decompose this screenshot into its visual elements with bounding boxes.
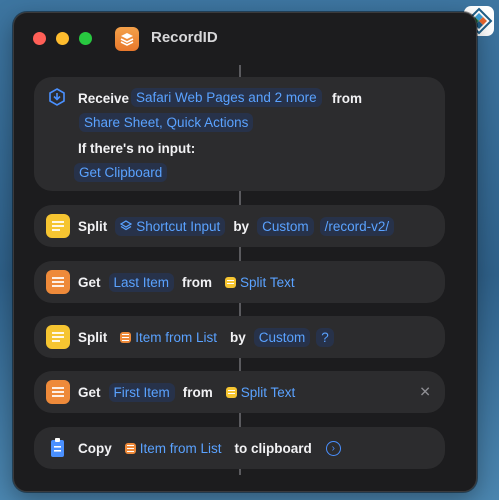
from-label: from <box>182 384 213 400</box>
receive-action-card[interactable]: Receive Safari Web Pages and 2 more from… <box>34 77 445 191</box>
split-action-card[interactable]: Split Item from List by Custom ? <box>34 316 445 358</box>
get-item-action-card[interactable]: Get Last Item from Split Text <box>34 261 445 303</box>
remove-action-icon[interactable]: ✕ <box>419 384 431 401</box>
split-text-token[interactable]: Split Text <box>220 273 300 292</box>
from-label: from <box>182 274 213 290</box>
split-verb: Split <box>78 218 108 234</box>
split-text-token[interactable]: Split Text <box>221 383 301 402</box>
zoom-window-button[interactable] <box>79 32 92 45</box>
to-clipboard-label: to clipboard <box>234 440 312 456</box>
get-item-action-card[interactable]: Get First Item from Split Text ✕ <box>34 371 445 413</box>
input-types-token[interactable]: Safari Web Pages and 2 more <box>131 88 322 107</box>
get-verb: Get <box>78 384 101 400</box>
item-from-list-token[interactable]: Item from List <box>120 439 227 458</box>
download-tray-icon <box>46 87 68 114</box>
text-lines-icon <box>46 325 70 349</box>
window-title: RecordID <box>151 29 218 46</box>
shortcut-input-label: Shortcut Input <box>136 218 221 234</box>
shortcut-input-token[interactable]: Shortcut Input <box>115 216 226 236</box>
item-from-list-label: Item from List <box>139 440 222 456</box>
close-window-button[interactable] <box>33 32 46 45</box>
from-label: from <box>332 91 362 106</box>
item-choice-token[interactable]: First Item <box>108 382 175 402</box>
clipboard-icon <box>46 436 70 460</box>
sources-token[interactable]: Share Sheet, Quick Actions <box>79 113 254 132</box>
item-from-list-label: Item from List <box>135 329 218 345</box>
separator-mode-token[interactable]: Custom <box>257 216 314 236</box>
minimize-window-button[interactable] <box>56 32 69 45</box>
receive-label: Receive <box>78 91 130 106</box>
split-action-card[interactable]: Split Shortcut Input by Custom /record-v… <box>34 205 445 247</box>
list-icon <box>120 331 132 343</box>
item-from-list-token[interactable]: Item from List <box>115 328 222 347</box>
get-verb: Get <box>78 274 101 290</box>
no-input-label: If there's no input: <box>78 141 196 156</box>
by-label: by <box>233 218 250 234</box>
list-icon <box>124 442 136 454</box>
shortcut-input-icon <box>120 220 133 231</box>
split-verb: Split <box>78 329 108 345</box>
layers-icon <box>115 27 139 51</box>
text-lines-icon <box>46 214 70 238</box>
get-clipboard-token[interactable]: Get Clipboard <box>74 163 168 182</box>
item-choice-token[interactable]: Last Item <box>108 272 175 292</box>
title-bar: RecordID <box>14 13 476 65</box>
text-lines-icon <box>225 386 237 398</box>
chevron-right-icon[interactable]: › <box>325 440 341 456</box>
list-icon <box>46 270 70 294</box>
shortcut-editor-window: RecordID Receive Safari Web Pages and 2 … <box>13 12 477 492</box>
copy-action-card[interactable]: Copy Item from List to clipboard › <box>34 427 445 469</box>
copy-verb: Copy <box>78 440 112 456</box>
text-lines-icon <box>225 276 237 288</box>
separator-value-token[interactable]: /record-v2/ <box>319 216 395 236</box>
split-text-label: Split Text <box>240 384 296 400</box>
list-icon <box>46 380 70 404</box>
separator-value-token[interactable]: ? <box>316 327 334 347</box>
by-label: by <box>230 329 246 345</box>
split-text-label: Split Text <box>240 274 295 290</box>
separator-mode-token[interactable]: Custom <box>253 327 311 347</box>
